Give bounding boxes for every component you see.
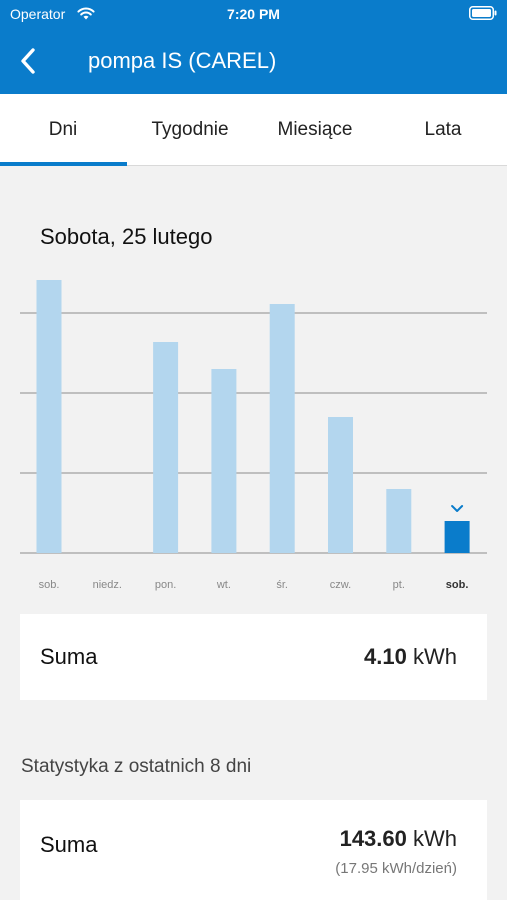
- bar-6[interactable]: [386, 489, 412, 553]
- bar-5[interactable]: [328, 417, 353, 553]
- tab-years[interactable]: Lata: [380, 94, 506, 166]
- bar-2[interactable]: [153, 342, 179, 553]
- stats-sum-card: Suma 143.60 kWh (17.95 kWh/dzień): [20, 800, 487, 900]
- x-tick-label-0[interactable]: sob.: [39, 579, 60, 591]
- sum-number: 4.10: [364, 644, 407, 669]
- x-tick-label-2[interactable]: pon.: [155, 579, 176, 591]
- x-tick-label-1[interactable]: niedz.: [93, 579, 122, 591]
- stats-sum-value: 143.60 kWh: [340, 826, 457, 852]
- sum-label: Suma: [40, 644, 98, 669]
- x-tick-label-6[interactable]: pt.: [393, 579, 405, 591]
- selected-marker-icon: [451, 505, 464, 512]
- x-tick-label-4[interactable]: śr.: [276, 579, 288, 591]
- page-title: pompa IS (CAREL): [88, 48, 277, 73]
- navigation-bar: pompa IS (CAREL): [0, 28, 507, 94]
- stats-per-day: (17.95 kWh/dzień): [335, 860, 457, 877]
- bar-7[interactable]: [444, 521, 470, 553]
- stats-sum-unit: kWh: [413, 826, 457, 851]
- bar-0[interactable]: [36, 280, 62, 553]
- sum-value: 4.10 kWh: [364, 644, 457, 670]
- x-tick-label-7[interactable]: sob.: [446, 579, 469, 591]
- selected-day-title: Sobota, 25 lutego: [40, 224, 213, 249]
- tab-months[interactable]: Miesiące: [252, 94, 378, 166]
- sum-unit: kWh: [413, 644, 457, 669]
- stats-sum-label: Suma: [40, 832, 98, 857]
- x-tick-label-5[interactable]: czw.: [330, 579, 351, 591]
- stats-sum-number: 143.60: [339, 826, 407, 851]
- tab-days[interactable]: Dni: [0, 94, 126, 166]
- status-bar: Operator 7:20 PM: [0, 0, 507, 28]
- status-time: 7:20 PM: [227, 6, 280, 22]
- bar-4[interactable]: [269, 304, 295, 553]
- x-tick-label-3[interactable]: wt.: [216, 579, 231, 591]
- energy-bar-chart: sob. niedz. pon. wt. śr. czw. pt. sob.: [20, 280, 487, 591]
- bar-3[interactable]: [211, 369, 237, 553]
- daily-sum-card: Suma 4.10 kWh: [20, 614, 487, 700]
- tab-weeks[interactable]: Tygodnie: [127, 94, 253, 166]
- battery-icon: [469, 6, 497, 20]
- chevron-left-icon[interactable]: [14, 44, 44, 78]
- period-tabs: Dni Tygodnie Miesiące Lata: [0, 94, 507, 166]
- statistics-heading: Statystyka z ostatnich 8 dni: [21, 756, 252, 777]
- tab-selected-indicator: [0, 162, 127, 166]
